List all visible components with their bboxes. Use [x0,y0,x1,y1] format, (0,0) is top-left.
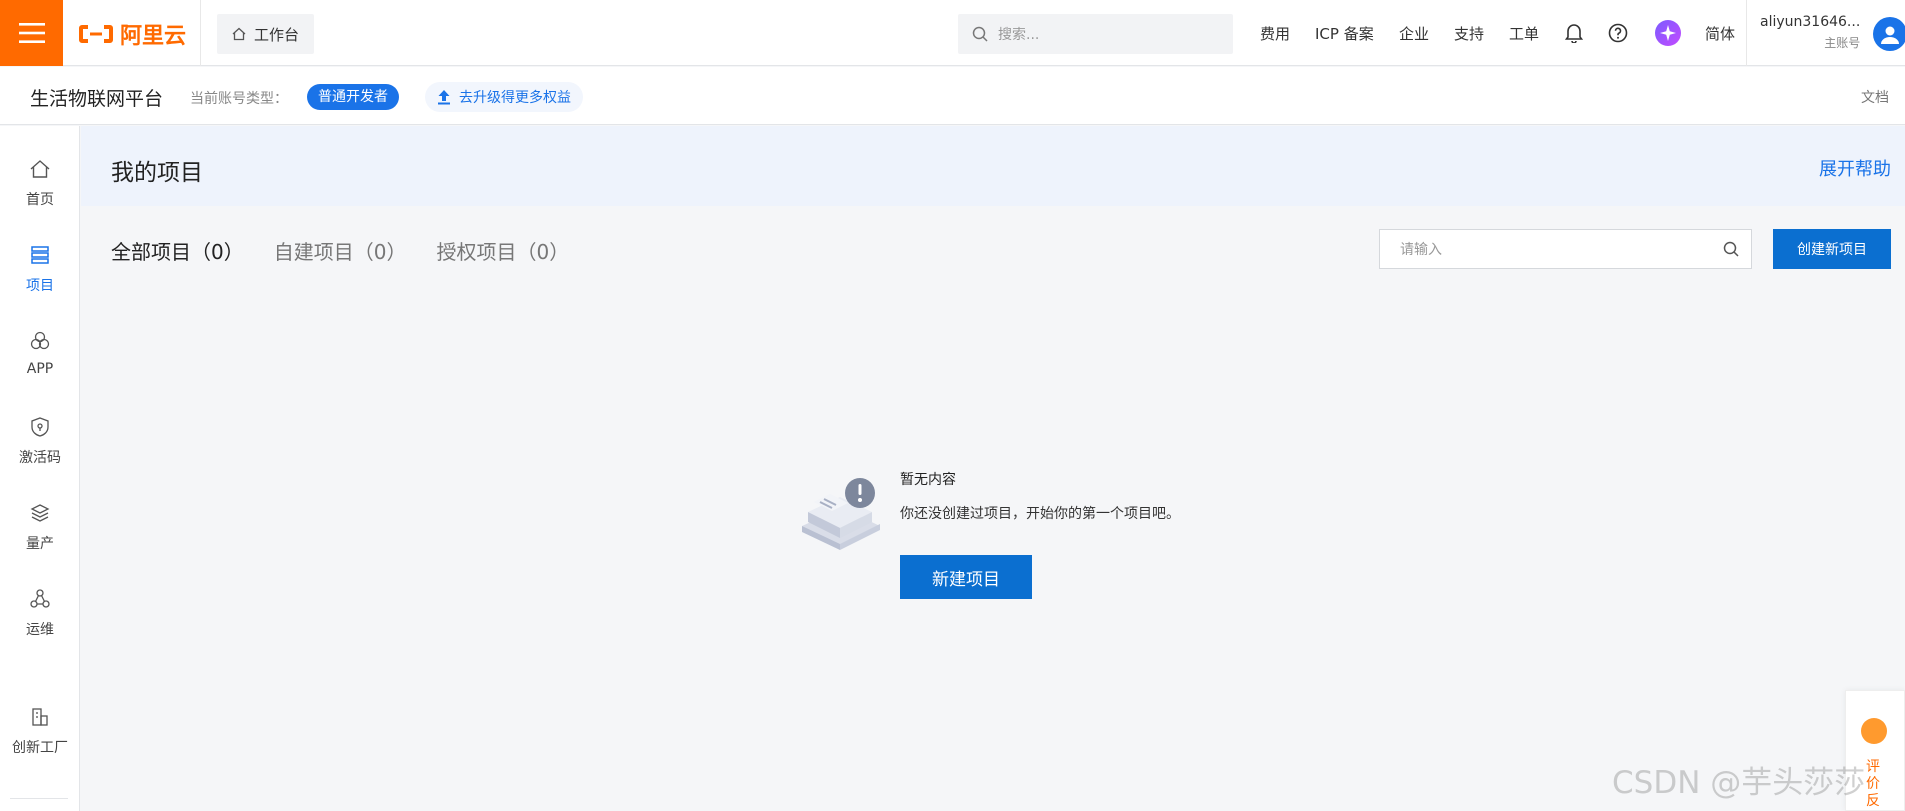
nav-ticket-label: 工单 [1509,24,1540,43]
account-type-label: 当前账号类型： [190,91,288,107]
sidebar-item-activation-code[interactable]: 激活码 [0,416,80,467]
nav-ticket[interactable]: 工单 [1509,0,1539,66]
account-type: 主账号 [1824,36,1861,50]
sidebar-item-mass-production[interactable]: 量产 [0,502,80,553]
search-placeholder: 搜索... [998,27,1040,43]
empty-state-title: 暂无内容 [900,472,956,488]
nav-support[interactable]: 支持 [1454,0,1484,66]
tab-all-projects[interactable]: 全部项目（0） [111,236,244,265]
avatar[interactable] [1873,17,1905,51]
global-search-input[interactable]: 搜索... [958,14,1233,54]
nav-icp-label: ICP 备案 [1315,24,1374,43]
new-project-button[interactable]: 新建项目 [900,555,1032,599]
platform-title: 生活物联网平台 [30,88,164,110]
question-icon [1608,23,1628,43]
expand-help-link[interactable]: 展开帮助 [1819,155,1891,181]
hamburger-menu-button[interactable] [0,0,63,66]
upgrade-label: 去升级得更多权益 [459,90,571,106]
shield-icon [31,417,49,437]
aliyun-logo-icon [79,25,113,43]
watermark: CSDN @芋头莎莎 [1612,765,1866,801]
user-icon [1881,26,1899,44]
sidebar-item-label: 激活码 [19,450,61,466]
aliyun-logo[interactable]: 阿里云 [78,18,186,50]
upload-icon [438,90,450,105]
nav-billing-label: 费用 [1260,24,1291,43]
nav-enterprise[interactable]: 企业 [1399,0,1429,66]
create-project-button[interactable]: 创建新项目 [1773,229,1891,269]
nav-enterprise-label: 企业 [1399,24,1430,43]
username: aliyun31646... [1760,14,1861,30]
home-icon [30,160,50,178]
project-search-input[interactable]: 请输入 [1379,229,1752,269]
bell-icon [1565,24,1583,43]
sidebar-item-label: 项目 [26,278,54,294]
feedback-icon [1861,718,1887,744]
sidebar-item-label: 创新工厂 [12,740,68,756]
docs-link[interactable]: 文档 [1861,87,1889,107]
language-label: 简体 [1705,24,1736,43]
top-navigation-bar: 阿里云 工作台 搜索... 费用 ICP 备案 企业 支持 工单 简体 aliy… [0,0,1905,66]
upgrade-link[interactable]: 去升级得更多权益 [425,82,583,112]
menu-icon [18,23,45,43]
sidebar-divider [10,798,68,799]
page-header: 我的项目 展开帮助 [81,126,1905,206]
developer-type-badge: 普通开发者 [307,84,399,110]
page-title: 我的项目 [111,160,203,186]
nav-billing[interactable]: 费用 [1260,0,1290,66]
empty-state-icon [802,478,880,550]
sidebar-item-home[interactable]: 首页 [0,158,80,209]
workbench-button[interactable]: 工作台 [217,14,315,54]
sidebar-item-label: 首页 [26,192,54,208]
home-icon [232,27,246,41]
project-icon [31,246,49,264]
sidebar-item-ops[interactable]: 运维 [0,588,80,639]
search-icon [972,26,988,42]
sidebar-item-label: 运维 [26,622,54,638]
project-search-placeholder: 请输入 [1400,242,1442,258]
divider [1746,0,1747,66]
sparkle-icon [1655,20,1681,46]
sidebar: 首页 项目 APP 激活码 量产 运维 创新工厂 [0,126,80,811]
app-icon [30,331,50,350]
tab-authorized-projects[interactable]: 授权项目（0） [436,236,569,265]
empty-state-description: 你还没创建过项目，开始你的第一个项目吧。 [900,506,1180,522]
sidebar-item-app[interactable]: APP [0,330,80,377]
help-button[interactable] [1608,0,1628,66]
nav-icp[interactable]: ICP 备案 [1315,0,1374,66]
ai-assistant-button[interactable] [1655,0,1681,66]
sidebar-item-project[interactable]: 项目 [0,244,80,295]
divider [200,0,201,66]
tab-own-projects[interactable]: 自建项目（0） [274,236,407,265]
notification-button[interactable] [1565,0,1583,66]
project-tabs: 全部项目（0） 自建项目（0） 授权项目（0） [111,236,569,265]
sidebar-item-innovation-factory[interactable]: 创新工厂 [0,706,80,757]
language-switch[interactable]: 简体 [1705,0,1735,66]
sidebar-item-label: 量产 [26,536,54,552]
nav-support-label: 支持 [1454,24,1485,43]
feedback-label: 评价反 [1866,759,1880,809]
logo-text: 阿里云 [120,24,187,49]
search-icon[interactable] [1723,241,1739,257]
factory-icon [32,708,48,726]
workbench-label: 工作台 [254,25,300,44]
ops-icon [30,589,50,608]
sidebar-item-label: APP [26,361,54,377]
user-account-menu[interactable]: aliyun31646... 主账号 [1760,14,1860,51]
layers-icon [30,504,50,522]
platform-subbar: 生活物联网平台 当前账号类型： 普通开发者 去升级得更多权益 文档 [0,67,1905,125]
